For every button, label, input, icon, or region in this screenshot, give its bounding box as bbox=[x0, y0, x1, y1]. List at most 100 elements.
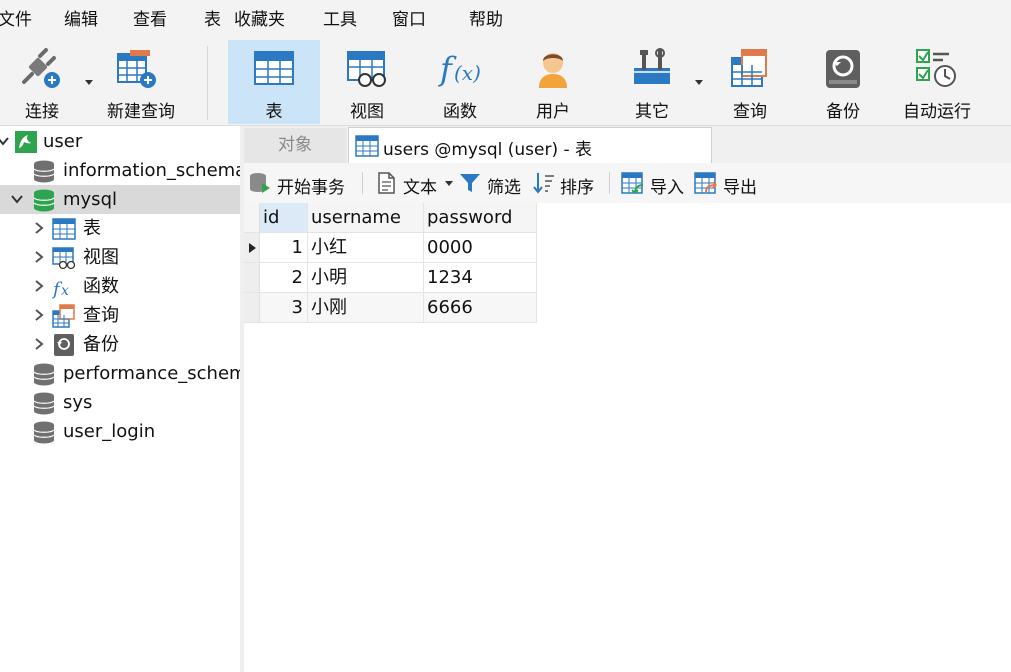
database-icon bbox=[33, 160, 55, 183]
chevron-right-icon[interactable] bbox=[32, 220, 46, 236]
menu-help[interactable]: 帮助 bbox=[469, 9, 503, 31]
column-header-username[interactable]: username bbox=[308, 203, 424, 233]
view-icon bbox=[347, 51, 386, 87]
cell-id[interactable]: 3 bbox=[260, 293, 308, 323]
current-row-arrow-icon bbox=[249, 243, 256, 253]
user-button[interactable]: 用户 bbox=[508, 40, 598, 124]
chevron-down-icon[interactable] bbox=[10, 191, 24, 207]
document-icon bbox=[378, 172, 395, 194]
connect-label: 连接 bbox=[25, 102, 59, 122]
backup-icon bbox=[54, 334, 74, 356]
tab-object[interactable]: 对象 bbox=[244, 128, 346, 163]
import-button[interactable]: 导入 bbox=[621, 170, 687, 198]
plug-icon bbox=[22, 48, 60, 88]
user-label: 用户 bbox=[536, 102, 570, 122]
cell-password[interactable]: 6666 bbox=[424, 293, 537, 323]
database-icon bbox=[33, 363, 55, 386]
tree-db-user-login[interactable]: user_login bbox=[0, 417, 240, 446]
tree-label: performance_schema bbox=[63, 363, 240, 384]
cell-id[interactable]: 1 bbox=[260, 233, 308, 263]
cell-password[interactable]: 0000 bbox=[424, 233, 537, 263]
query-label: 查询 bbox=[733, 102, 767, 122]
navigation-tree: user information_schema mysql 表 视图 f x 函… bbox=[0, 126, 240, 672]
cell-password[interactable]: 1234 bbox=[424, 263, 537, 293]
tree-db-sys[interactable]: sys bbox=[0, 388, 240, 417]
tree-label: sys bbox=[63, 392, 93, 413]
tree-item-queries[interactable]: 查询 bbox=[0, 301, 240, 330]
row-indicator[interactable] bbox=[244, 263, 260, 293]
menu-window[interactable]: 窗口 bbox=[392, 9, 426, 31]
chevron-right-icon[interactable] bbox=[32, 278, 46, 294]
cell-username[interactable]: 小明 bbox=[308, 263, 424, 293]
other-label: 其它 bbox=[635, 102, 669, 122]
view-button[interactable]: 视图 bbox=[322, 40, 412, 124]
tree-db-performance-schema[interactable]: performance_schema bbox=[0, 359, 240, 388]
text-button[interactable]: 文本 bbox=[374, 170, 454, 198]
menu-view[interactable]: 查看 bbox=[133, 9, 167, 31]
tree-label: mysql bbox=[63, 189, 117, 210]
column-header-id[interactable]: id bbox=[260, 203, 308, 233]
database-icon bbox=[33, 392, 55, 415]
dropdown-arrow-icon[interactable] bbox=[85, 80, 93, 86]
tree-item-views[interactable]: 视图 bbox=[0, 243, 240, 272]
toolbar-separator bbox=[609, 172, 610, 194]
menu-table[interactable]: 表 bbox=[204, 9, 221, 31]
tree-db-information-schema[interactable]: information_schema bbox=[0, 156, 240, 185]
row-indicator[interactable] bbox=[244, 293, 260, 323]
query-button[interactable]: 查询 bbox=[704, 40, 796, 124]
dropdown-arrow-icon[interactable] bbox=[445, 181, 453, 187]
function-button[interactable]: f (x) 函数 bbox=[414, 40, 506, 124]
toolbar-separator bbox=[362, 172, 363, 194]
new-query-label: 新建查询 bbox=[107, 102, 175, 122]
dropdown-arrow-icon[interactable] bbox=[695, 80, 703, 86]
row-indicator[interactable] bbox=[244, 233, 260, 263]
function-icon: f (x) bbox=[438, 50, 481, 88]
chevron-right-icon[interactable] bbox=[32, 307, 46, 323]
tab-users-table[interactable]: users @mysql (user) - 表 bbox=[348, 127, 712, 163]
sort-button[interactable]: 排序 bbox=[532, 170, 602, 198]
menu-favorites[interactable]: 收藏夹 bbox=[234, 9, 285, 31]
chevron-right-icon[interactable] bbox=[32, 336, 46, 352]
tree-item-backups[interactable]: 备份 bbox=[0, 330, 240, 359]
tree-item-functions[interactable]: f x 函数 bbox=[0, 272, 240, 301]
tree-connection-user[interactable]: user bbox=[0, 127, 240, 156]
view-label: 视图 bbox=[350, 102, 384, 122]
menu-edit[interactable]: 编辑 bbox=[64, 9, 98, 31]
function-icon: f x bbox=[52, 279, 69, 299]
auto-run-button[interactable]: 自动运行 bbox=[890, 40, 984, 124]
filter-button[interactable]: 筛选 bbox=[458, 170, 524, 198]
tree-item-tables[interactable]: 表 bbox=[0, 214, 240, 243]
tab-strip: 对象 users @mysql (user) - 表 bbox=[244, 126, 1011, 163]
tree-db-mysql[interactable]: mysql bbox=[0, 185, 240, 214]
new-query-button[interactable]: 新建查询 bbox=[100, 40, 182, 124]
chevron-down-icon[interactable] bbox=[0, 133, 10, 149]
backup-button[interactable]: 备份 bbox=[798, 40, 888, 124]
cell-username[interactable]: 小刚 bbox=[308, 293, 424, 323]
tree-label: 视图 bbox=[83, 247, 119, 268]
row-indicator-header bbox=[244, 203, 260, 233]
query-icon bbox=[731, 49, 767, 87]
menu-file[interactable]: 文件 bbox=[0, 9, 32, 31]
cell-id[interactable]: 2 bbox=[260, 263, 308, 293]
menu-bar: 文件 编辑 查看 表 收藏夹 工具 窗口 帮助 bbox=[0, 0, 1011, 38]
begin-transaction-button[interactable]: 开始事务 bbox=[248, 170, 352, 198]
cell-username[interactable]: 小红 bbox=[308, 233, 424, 263]
new-query-icon bbox=[117, 50, 156, 88]
sort-label: 排序 bbox=[560, 178, 594, 198]
sort-icon bbox=[533, 173, 554, 194]
chevron-right-icon[interactable] bbox=[32, 249, 46, 265]
column-header-password[interactable]: password bbox=[424, 203, 537, 233]
menu-tools[interactable]: 工具 bbox=[323, 9, 357, 31]
view-icon bbox=[52, 247, 76, 270]
connect-button[interactable]: 连接 bbox=[4, 40, 98, 124]
other-button[interactable]: 其它 bbox=[604, 40, 703, 124]
export-icon bbox=[694, 172, 717, 194]
export-button[interactable]: 导出 bbox=[694, 170, 760, 198]
auto-run-icon bbox=[916, 49, 956, 87]
table-button[interactable]: 表 bbox=[228, 40, 320, 124]
begin-transaction-label: 开始事务 bbox=[277, 178, 345, 198]
table-icon bbox=[355, 135, 379, 157]
query-icon bbox=[52, 304, 75, 328]
table-icon bbox=[52, 218, 76, 240]
tree-label: user_login bbox=[63, 421, 156, 442]
